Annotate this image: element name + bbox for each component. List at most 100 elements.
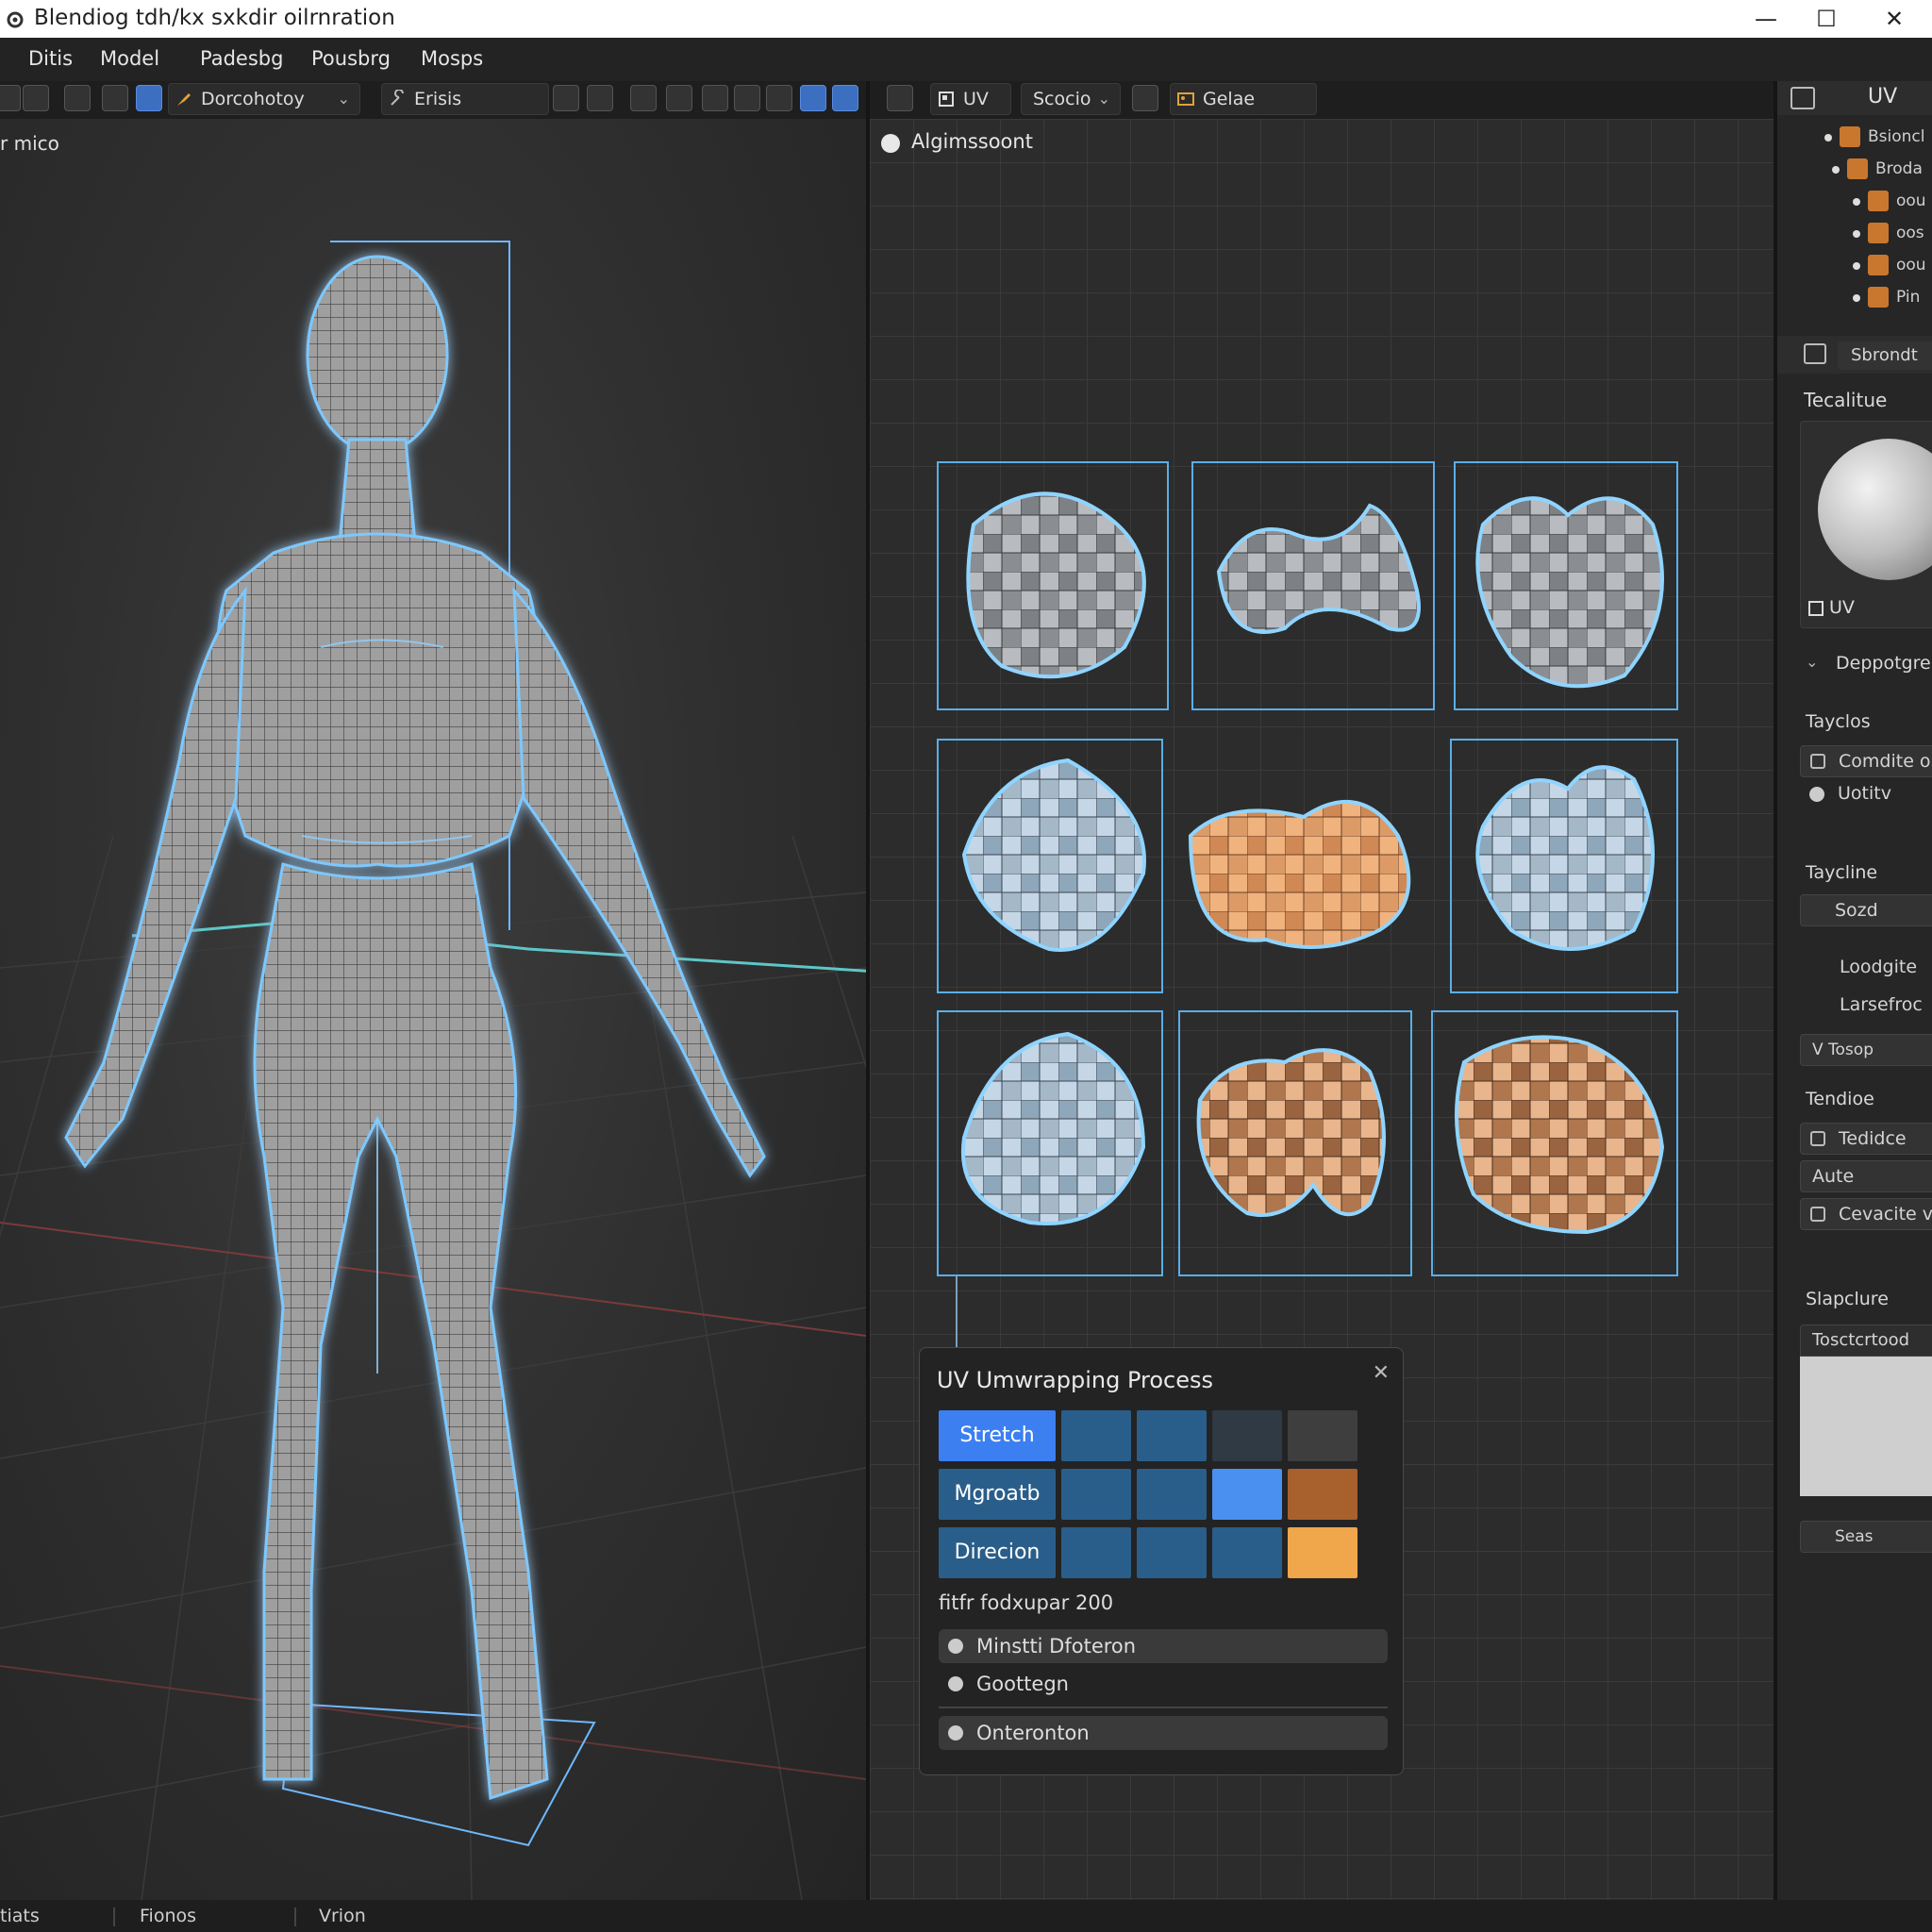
mesh-figure[interactable] [0, 119, 866, 1900]
outliner-item-label: oou [1896, 192, 1926, 210]
grid-cell[interactable] [1137, 1527, 1207, 1578]
image-menu[interactable]: Gelae [1170, 83, 1317, 115]
tool-dropdown[interactable]: Erisis [381, 83, 549, 115]
grid-cell[interactable] [1212, 1410, 1282, 1461]
snap-icon[interactable] [553, 85, 579, 111]
select-tool-icon[interactable] [0, 85, 21, 111]
field-label: V Tosop [1812, 1041, 1874, 1059]
uv-menu-label: UV [963, 89, 989, 109]
outliner-item[interactable]: Broda [1777, 155, 1932, 185]
tendioe-field[interactable]: Tedidce [1800, 1123, 1932, 1155]
shading-icon[interactable] [702, 85, 728, 111]
option-row[interactable]: Goottegn [939, 1667, 1388, 1701]
chevron-down-icon[interactable]: ⌄ [1806, 653, 1818, 671]
margin-button[interactable]: Mgroatb [939, 1469, 1056, 1520]
uv-island[interactable] [1188, 800, 1411, 949]
uv-island[interactable] [1475, 496, 1664, 689]
uv-island[interactable] [960, 1031, 1146, 1225]
taycline-item[interactable]: Larsefroc [1840, 994, 1923, 1015]
solid-toggle-icon[interactable] [832, 85, 858, 111]
uv-island[interactable] [966, 491, 1146, 679]
box-select-icon[interactable] [64, 85, 91, 111]
auto-field[interactable]: Aute [1800, 1160, 1932, 1192]
x-axis-line-back [0, 1665, 866, 1780]
grid-cell[interactable] [1288, 1469, 1357, 1520]
tosop-field[interactable]: V Tosop [1800, 1034, 1932, 1066]
active-tool-icon[interactable] [136, 85, 162, 111]
window-title: Blendiog tdh/kx sxkdir oilrnration [34, 6, 395, 30]
seas-field[interactable]: Seas [1800, 1521, 1932, 1553]
taycline-item[interactable]: Loodgite [1840, 957, 1917, 977]
filter-icon[interactable] [766, 85, 792, 111]
select-menu[interactable]: Scocio ⌄ [1021, 83, 1121, 115]
menu-item-padesbg[interactable]: Padesbg [200, 47, 283, 70]
grid-cell[interactable] [1061, 1469, 1131, 1520]
grid-cell[interactable] [1288, 1527, 1357, 1578]
stretch-button[interactable]: Stretch [939, 1410, 1056, 1461]
properties-tab[interactable]: Sbrondt [1838, 341, 1932, 370]
grid-cell[interactable] [1061, 1410, 1131, 1461]
uv-menu[interactable]: UV [930, 83, 1011, 115]
menu-item-ditis[interactable]: Ditis [28, 47, 73, 70]
radio-icon[interactable] [1809, 787, 1824, 802]
transform-icon[interactable] [102, 85, 128, 111]
menu-item-model[interactable]: Model [100, 47, 159, 70]
option-slider[interactable]: Onteronton [939, 1716, 1388, 1750]
outliner-item[interactable]: Bsioncl [1777, 123, 1932, 153]
properties-icon[interactable] [1804, 343, 1826, 364]
outliner-item[interactable]: oou [1777, 251, 1932, 281]
mode-dropdown-label: Dorcohotoy [201, 89, 305, 109]
brush-tool-icon[interactable] [23, 85, 49, 111]
grid-cell[interactable] [1288, 1410, 1357, 1461]
grid-cell[interactable] [1212, 1527, 1282, 1578]
material-preview: UV [1800, 421, 1932, 628]
object-icon [1868, 223, 1889, 243]
minimize-button[interactable]: — [1738, 4, 1794, 34]
uv-island[interactable] [1455, 1035, 1665, 1235]
outliner-item[interactable]: Pin [1777, 283, 1932, 313]
properties-header: Sbrondt [1777, 336, 1932, 374]
outliner-item[interactable]: oou [1777, 187, 1932, 217]
3d-viewport[interactable]: r mico [0, 119, 866, 1900]
uv-island[interactable] [961, 758, 1146, 952]
xray-icon[interactable] [734, 85, 760, 111]
mode-dropdown[interactable]: Dorcohotoy ⌄ [168, 83, 360, 115]
texture-preview [1800, 1357, 1932, 1496]
grid-cell[interactable] [1061, 1527, 1131, 1578]
grid-cell[interactable] [1137, 1469, 1207, 1520]
field-label: Tedidce [1839, 1128, 1907, 1149]
uv-island[interactable] [1475, 765, 1655, 951]
taycline-field[interactable]: Sozd [1800, 894, 1932, 926]
editor-type-icon[interactable] [887, 85, 913, 111]
uv-islands[interactable] [960, 491, 1665, 1235]
menu-item-mosps[interactable]: Mosps [421, 47, 483, 70]
wireframe-toggle-icon[interactable] [800, 85, 826, 111]
proportional-icon[interactable] [630, 85, 657, 111]
checkbox-icon[interactable] [1808, 601, 1824, 616]
image-icon[interactable] [1132, 85, 1158, 111]
uv-island[interactable] [1196, 1048, 1386, 1217]
outliner-icon[interactable] [1790, 87, 1815, 109]
option-slider[interactable]: Minstti Dfoteron [939, 1629, 1388, 1663]
overlay-icon[interactable] [666, 85, 692, 111]
human-mesh[interactable] [64, 255, 766, 1801]
radio-icon [948, 1725, 963, 1740]
close-button[interactable]: ✕ [1866, 4, 1923, 34]
maximize-button[interactable]: ☐ [1798, 4, 1855, 34]
topic-item[interactable]: Uotitv [1838, 783, 1891, 804]
outliner-item[interactable]: oos [1777, 219, 1932, 249]
cevacite-field[interactable]: Cevacite ve [1800, 1198, 1932, 1230]
menu-item-pousbrg[interactable]: Pousbrg [311, 47, 391, 70]
topic-field[interactable]: Comdite o [1800, 745, 1932, 777]
grid-cell[interactable] [1137, 1410, 1207, 1461]
direction-button[interactable]: Direcion [939, 1527, 1056, 1578]
pivot-icon[interactable] [587, 85, 613, 111]
section-header: Taycline [1806, 862, 1878, 883]
grid-cell-selected[interactable] [1212, 1469, 1282, 1520]
texture-field[interactable]: Tosctcrtood [1800, 1324, 1932, 1357]
outliner-header: UV [1777, 81, 1932, 115]
status-item: Fionos [140, 1906, 197, 1926]
bullet-icon [1824, 134, 1832, 142]
close-icon[interactable]: ✕ [1373, 1361, 1390, 1385]
uv-island[interactable] [1216, 503, 1421, 634]
